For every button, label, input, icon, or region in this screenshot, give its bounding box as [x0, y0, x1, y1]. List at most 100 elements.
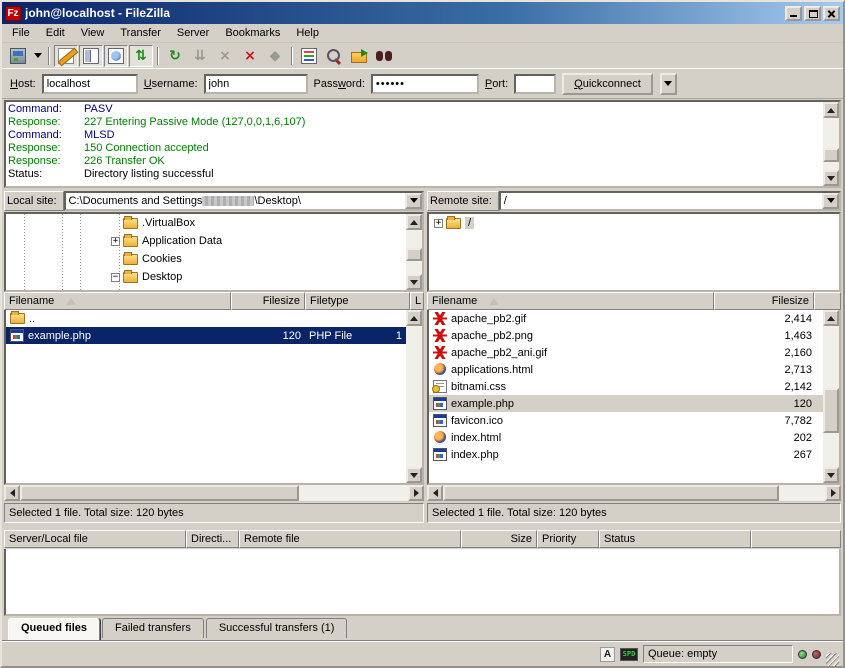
quickconnect-button[interactable]: Quickconnect [562, 73, 653, 95]
toggle-remote-tree-button[interactable] [104, 45, 128, 67]
tree-item-root[interactable]: +/ [429, 214, 839, 232]
username-input[interactable] [204, 74, 308, 94]
scroll-up-button[interactable] [823, 310, 839, 326]
scroll-up-button[interactable] [406, 310, 422, 326]
column-filename[interactable]: Filename [427, 292, 714, 310]
collapse-icon[interactable]: − [111, 273, 120, 282]
queue-splitter[interactable] [2, 523, 843, 530]
scroll-down-button[interactable] [823, 467, 839, 483]
remote-site-combo[interactable]: / [499, 191, 841, 211]
queue-body[interactable] [4, 549, 841, 616]
disconnect-button[interactable]: × [238, 45, 262, 67]
titlebar[interactable]: Fz john@localhost - FileZilla [2, 2, 843, 24]
list-item-selected[interactable]: example.php 120 [429, 395, 823, 412]
column-size[interactable]: Size [461, 530, 537, 548]
search-button[interactable] [322, 45, 346, 67]
local-site-dropdown[interactable] [405, 193, 422, 209]
list-item[interactable]: apache_pb2.gif 2,414 [429, 310, 823, 327]
resize-grip[interactable] [826, 653, 839, 666]
column-filename[interactable]: Filename [4, 292, 231, 310]
filter-button[interactable] [297, 45, 321, 67]
maximize-button[interactable] [804, 6, 821, 21]
local-tree-scrollbar[interactable] [406, 214, 422, 290]
minimize-button[interactable] [785, 6, 802, 21]
list-item[interactable]: index.html 202 [429, 429, 823, 446]
port-input[interactable] [514, 74, 556, 94]
column-filetype[interactable]: Filetype [305, 292, 410, 310]
scroll-left-button[interactable] [427, 485, 443, 501]
scroll-up-button[interactable] [406, 214, 422, 230]
menu-help[interactable]: Help [288, 25, 327, 41]
list-item-example-php[interactable]: example.php 120 PHP File 1 [6, 327, 406, 344]
sync-browse-button[interactable] [347, 45, 371, 67]
tab-failed-transfers[interactable]: Failed transfers [102, 618, 204, 638]
folder-icon [446, 218, 461, 229]
menu-edit[interactable]: Edit [38, 25, 73, 41]
scroll-right-button[interactable] [408, 485, 424, 501]
column-direction[interactable]: Directi... [186, 530, 239, 548]
host-input[interactable] [42, 74, 138, 94]
list-item[interactable]: apache_pb2.png 1,463 [429, 327, 823, 344]
scroll-thumb[interactable] [823, 148, 839, 162]
column-status[interactable]: Status [599, 530, 751, 548]
log-scrollbar[interactable] [823, 102, 839, 186]
tree-item-cookies[interactable]: Cookies [6, 250, 406, 268]
list-item[interactable]: applications.html 2,713 [429, 361, 823, 378]
scroll-down-button[interactable] [823, 170, 839, 186]
scroll-right-button[interactable] [825, 485, 841, 501]
remote-site-dropdown[interactable] [822, 193, 839, 209]
compare-button[interactable] [372, 45, 396, 67]
scroll-up-button[interactable] [823, 102, 839, 118]
scroll-thumb[interactable] [443, 485, 779, 501]
list-item[interactable]: index.php 267 [429, 446, 823, 463]
menu-file[interactable]: File [4, 25, 38, 41]
local-list-hscrollbar[interactable] [4, 485, 424, 501]
remote-list-hscrollbar[interactable] [427, 485, 841, 501]
scroll-thumb[interactable] [20, 485, 299, 501]
toggle-local-tree-button[interactable] [79, 45, 103, 67]
quickconnect-dropdown[interactable] [660, 73, 677, 95]
expand-icon[interactable]: + [111, 237, 120, 246]
site-manager-dropdown[interactable] [31, 45, 44, 67]
refresh-button[interactable]: ↻ [163, 45, 187, 67]
close-button[interactable] [823, 6, 840, 21]
scroll-down-button[interactable] [406, 467, 422, 483]
site-manager-button[interactable] [6, 45, 30, 67]
toggle-queue-button[interactable]: ⇅ [129, 45, 153, 67]
menu-bookmarks[interactable]: Bookmarks [217, 25, 288, 41]
reconnect-button[interactable]: ◆ [263, 45, 287, 67]
toggle-log-button[interactable] [54, 45, 78, 67]
scroll-thumb[interactable] [406, 248, 422, 261]
column-priority[interactable]: Priority [537, 530, 599, 548]
menu-transfer[interactable]: Transfer [112, 25, 169, 41]
scroll-down-button[interactable] [406, 274, 422, 290]
remote-list-scrollbar[interactable] [823, 310, 839, 483]
chevron-down-icon [34, 53, 42, 58]
column-filesize[interactable]: Filesize [714, 292, 814, 310]
process-queue-button[interactable]: ⇊ [188, 45, 212, 67]
tab-successful-transfers[interactable]: Successful transfers (1) [206, 618, 348, 638]
scroll-thumb[interactable] [823, 388, 839, 433]
local-list-scrollbar[interactable] [406, 310, 422, 483]
tree-item-desktop[interactable]: −Desktop [6, 268, 406, 286]
menu-server[interactable]: Server [169, 25, 217, 41]
list-item[interactable]: apache_pb2_ani.gif 2,160 [429, 344, 823, 361]
cancel-button[interactable]: × [213, 45, 237, 67]
column-remote-file[interactable]: Remote file [239, 530, 461, 548]
local-site-combo[interactable]: C:\Documents and Settings\Desktop\ [64, 191, 424, 211]
tree-item-virtualbox[interactable]: .VirtualBox [6, 214, 406, 232]
list-item[interactable]: favicon.ico 7,782 [429, 412, 823, 429]
column-server-local-file[interactable]: Server/Local file [4, 530, 186, 548]
tab-queued-files[interactable]: Queued files [8, 618, 100, 640]
tree-item-application-data[interactable]: +Application Data [6, 232, 406, 250]
column-last-modified[interactable]: L [410, 292, 424, 310]
speed-limits-icon[interactable]: SPD [620, 648, 638, 661]
password-input[interactable] [371, 74, 479, 94]
list-item-parent-dir[interactable]: .. [6, 310, 406, 327]
scroll-left-button[interactable] [4, 485, 20, 501]
expand-icon[interactable]: + [434, 219, 443, 228]
transfer-type-ascii-icon[interactable]: A [600, 647, 615, 662]
list-item[interactable]: bitnami.css 2,142 [429, 378, 823, 395]
menu-view[interactable]: View [73, 25, 113, 41]
column-filesize[interactable]: Filesize [231, 292, 305, 310]
